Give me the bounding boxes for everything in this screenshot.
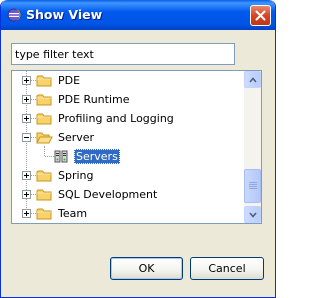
window-title: Show View [26, 7, 103, 22]
scroll-thumb[interactable] [244, 169, 261, 203]
tree-item-label: Spring [58, 169, 94, 182]
folder-icon [36, 208, 52, 220]
folder-icon [36, 113, 52, 125]
close-button[interactable] [250, 5, 271, 26]
tree-item-server[interactable]: Server [12, 128, 244, 147]
folder-open-icon [36, 132, 53, 144]
tree-item-label: SQL Development [58, 188, 158, 201]
expand-icon[interactable] [22, 114, 31, 123]
tree-item-label: PDE [58, 74, 81, 87]
tree-item-sql-development[interactable]: SQL Development [12, 185, 244, 204]
scroll-down-button[interactable] [244, 206, 261, 223]
title-bar[interactable]: Show View [1, 0, 275, 30]
close-icon [255, 10, 266, 21]
cancel-button[interactable]: Cancel [190, 257, 264, 280]
eclipse-icon [7, 8, 21, 22]
folder-icon [36, 94, 52, 106]
folder-icon [36, 75, 52, 87]
scroll-up-button[interactable] [244, 71, 261, 88]
tree-item-label: Server [58, 131, 95, 144]
expand-icon[interactable] [22, 95, 31, 104]
tree-item-profiling-and-logging[interactable]: Profiling and Logging [12, 109, 244, 128]
chevron-up-icon [249, 77, 257, 83]
collapse-icon[interactable] [22, 133, 31, 142]
tree-item-label: Servers [74, 149, 120, 164]
ok-button[interactable]: OK [110, 257, 183, 280]
tree-item-spring[interactable]: Spring [12, 166, 244, 185]
tree-item-label: Team [58, 207, 88, 220]
tree-item-team[interactable]: Team [12, 204, 244, 223]
view-tree[interactable]: PDE PDE Runtime Profiling and Logging Se… [11, 70, 262, 224]
folder-icon [36, 170, 52, 182]
filter-input[interactable] [11, 43, 235, 65]
vertical-scrollbar[interactable] [244, 71, 261, 223]
tree-item-label: Profiling and Logging [58, 112, 174, 125]
tree-item-servers[interactable]: Servers [12, 147, 244, 166]
expand-icon[interactable] [22, 171, 31, 180]
tree-item-label: PDE Runtime [58, 93, 130, 106]
servers-view-icon [54, 150, 68, 163]
tree-item-pde-runtime[interactable]: PDE Runtime [12, 90, 244, 109]
tree-connector [45, 156, 54, 158]
show-view-dialog: Show View PDE PDE Runtime [0, 0, 276, 298]
expand-icon[interactable] [22, 190, 31, 199]
expand-icon[interactable] [22, 76, 31, 85]
expand-icon[interactable] [22, 209, 31, 218]
tree-item-pde[interactable]: PDE [12, 71, 244, 90]
chevron-down-icon [249, 212, 257, 218]
folder-icon [36, 189, 52, 201]
